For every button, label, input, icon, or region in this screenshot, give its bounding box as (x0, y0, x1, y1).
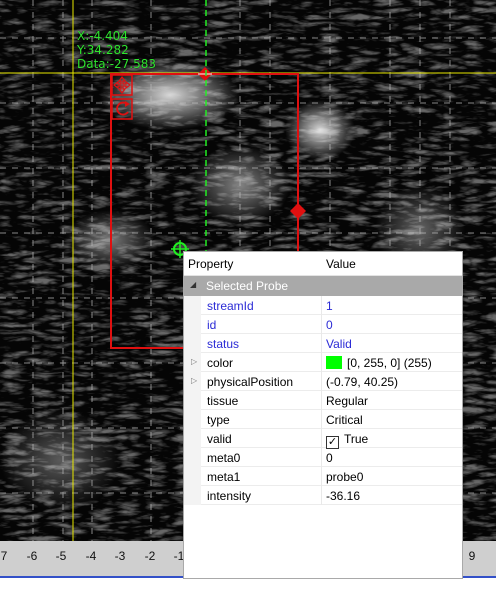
property-row-meta1[interactable]: meta1 probe0 (184, 467, 462, 486)
row-gutter (184, 429, 201, 448)
property-name: id (207, 318, 217, 332)
property-grid-header: Property Value (184, 252, 462, 276)
property-value[interactable]: (-0.79, 40.25) (326, 375, 398, 389)
row-gutter (184, 448, 201, 467)
column-separator (321, 410, 322, 429)
row-gutter (184, 486, 201, 505)
property-name: physicalPosition (207, 375, 294, 389)
bottom-margin (0, 578, 496, 592)
expand-triangle-icon[interactable]: ▷ (191, 376, 197, 385)
column-separator (321, 372, 322, 391)
column-separator (321, 467, 322, 486)
readout-y: Y:34.282 (77, 43, 129, 57)
property-value[interactable]: 1 (326, 299, 333, 313)
x-tick-label: 9 (468, 549, 476, 563)
property-row-status[interactable]: status Valid (184, 334, 462, 353)
property-value[interactable]: ✓ True (326, 432, 368, 449)
property-row-physicalposition[interactable]: ▷ physicalPosition (-0.79, 40.25) (184, 372, 462, 391)
property-value[interactable]: 0 (326, 451, 333, 465)
property-name: valid (207, 432, 232, 446)
row-gutter (184, 467, 201, 486)
column-header-property[interactable]: Property (188, 257, 233, 271)
column-separator (321, 353, 322, 372)
property-value[interactable]: 0 (326, 318, 333, 332)
x-tick-label: -4 (85, 549, 97, 563)
column-separator (321, 486, 322, 505)
property-row-meta0[interactable]: meta0 0 (184, 448, 462, 467)
property-name: type (207, 413, 230, 427)
row-gutter (184, 410, 201, 429)
column-separator (321, 391, 322, 410)
collapse-triangle-icon[interactable]: ◢ (190, 280, 196, 289)
row-gutter (184, 391, 201, 410)
property-row-intensity[interactable]: intensity -36.16 (184, 486, 462, 505)
row-gutter (184, 296, 201, 315)
checkbox-label: True (344, 432, 369, 446)
x-tick-label: -5 (55, 549, 67, 563)
property-name: status (207, 337, 240, 351)
column-separator (321, 429, 322, 448)
property-value[interactable]: Critical (326, 413, 363, 427)
property-row-id[interactable]: id 0 (184, 315, 462, 334)
x-tick-label: 7 (0, 549, 8, 563)
property-name: streamId (207, 299, 254, 313)
column-separator (321, 315, 322, 334)
property-row-tissue[interactable]: tissue Regular (184, 391, 462, 410)
x-tick-label: -3 (114, 549, 126, 563)
readout-data: Data:-27.583 (77, 57, 157, 71)
row-gutter (184, 334, 201, 353)
row-gutter (184, 315, 201, 334)
column-separator (321, 448, 322, 467)
property-name: color (207, 356, 234, 370)
property-name: tissue (207, 394, 239, 408)
column-header-value[interactable]: Value (326, 257, 356, 271)
column-separator (321, 334, 322, 353)
property-row-valid[interactable]: valid ✓ True (184, 429, 462, 449)
color-value-text: [0, 255, 0] (255) (347, 356, 432, 370)
property-row-type[interactable]: type Critical (184, 410, 462, 429)
property-value[interactable]: Valid (326, 337, 352, 351)
color-swatch (326, 356, 342, 369)
property-value[interactable]: -36.16 (326, 489, 360, 503)
property-name: meta1 (207, 470, 241, 484)
readout-x: X:-4.404 (77, 29, 128, 43)
property-grid[interactable]: Property Value ◢ Selected Probe streamId… (183, 251, 463, 579)
expand-triangle-icon[interactable]: ▷ (191, 357, 197, 366)
category-label: Selected Probe (206, 279, 289, 293)
x-tick-label: -2 (144, 549, 156, 563)
category-selected-probe[interactable]: ◢ Selected Probe (184, 276, 462, 296)
property-value[interactable]: [0, 255, 0] (255) (326, 356, 432, 370)
property-value[interactable]: Regular (326, 394, 368, 408)
x-tick-label: -6 (26, 549, 38, 563)
property-row-color[interactable]: ▷ color [0, 255, 0] (255) (184, 353, 462, 372)
property-name: meta0 (207, 451, 241, 465)
property-row-streamid[interactable]: streamId 1 (184, 296, 462, 315)
property-name: intensity (207, 489, 252, 503)
column-separator (321, 296, 322, 315)
property-value[interactable]: probe0 (326, 470, 363, 484)
